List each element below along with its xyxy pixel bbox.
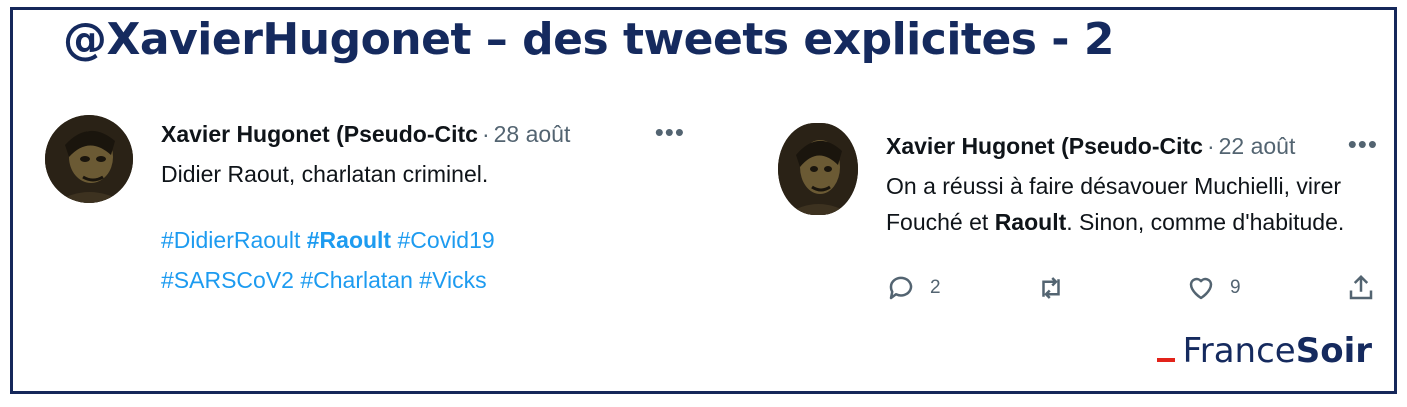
- reply-count: 2: [930, 277, 941, 298]
- tweet-text: Didier Raout, charlatan criminel.: [161, 161, 489, 187]
- avatar[interactable]: [45, 115, 133, 203]
- separator-dot: ·: [481, 121, 490, 147]
- hashtag-link[interactable]: #Covid19: [397, 227, 494, 253]
- share-button[interactable]: [1346, 273, 1376, 303]
- avatar[interactable]: [778, 123, 858, 215]
- reply-button[interactable]: 2: [886, 273, 941, 303]
- hashtag-link[interactable]: #DidierRaoult: [161, 227, 300, 253]
- retweet-icon: [1042, 277, 1060, 299]
- hashtag-link[interactable]: #Vicks: [419, 267, 486, 293]
- tweet-actions: 2 9: [886, 273, 1376, 313]
- hashtag-link[interactable]: #SARSCoV2: [161, 267, 294, 293]
- avatar-image: [778, 123, 858, 215]
- more-options-icon[interactable]: •••: [655, 117, 685, 148]
- hashtag-link[interactable]: #Raoult: [307, 227, 391, 253]
- tweet-card-2[interactable]: Xavier Hugonet (Pseudo-Citc · 22 août ••…: [778, 123, 1378, 308]
- heart-icon: [1189, 277, 1213, 300]
- logo-text-regular: France: [1182, 331, 1296, 371]
- tweet-text: On a réussi à faire désavouer Muchielli,…: [886, 173, 1345, 235]
- more-options-icon[interactable]: •••: [1348, 129, 1378, 160]
- figure-frame: @XavierHugonet – des tweets explicites -…: [10, 7, 1397, 394]
- avatar-image: [45, 115, 133, 203]
- separator-dot: ·: [1206, 133, 1215, 159]
- retweet-button[interactable]: [1036, 273, 1066, 303]
- francesoir-logo: France Soir: [1156, 331, 1372, 371]
- tweet-date[interactable]: 28 août: [494, 121, 571, 148]
- author-name[interactable]: Xavier Hugonet (Pseudo-Citc: [161, 121, 478, 148]
- hashtag-link[interactable]: #Charlatan: [300, 267, 413, 293]
- tweet-date[interactable]: 22 août: [1219, 133, 1296, 160]
- hashtag-list: #DidierRaoult #Raoult #Covid19 #SARSCoV2…: [161, 220, 685, 300]
- logo-accent-mark: [1156, 358, 1175, 362]
- share-icon: [1349, 274, 1373, 300]
- author-name[interactable]: Xavier Hugonet (Pseudo-Citc: [886, 133, 1203, 160]
- tweet-card-1[interactable]: Xavier Hugonet (Pseudo-Citc · 28 août ••…: [45, 115, 685, 325]
- page-title: @XavierHugonet – des tweets explicites -…: [63, 14, 1115, 65]
- like-button[interactable]: 9: [1186, 273, 1241, 303]
- logo-text-bold: Soir: [1295, 331, 1372, 371]
- reply-icon: [889, 276, 913, 300]
- like-count: 9: [1230, 277, 1241, 298]
